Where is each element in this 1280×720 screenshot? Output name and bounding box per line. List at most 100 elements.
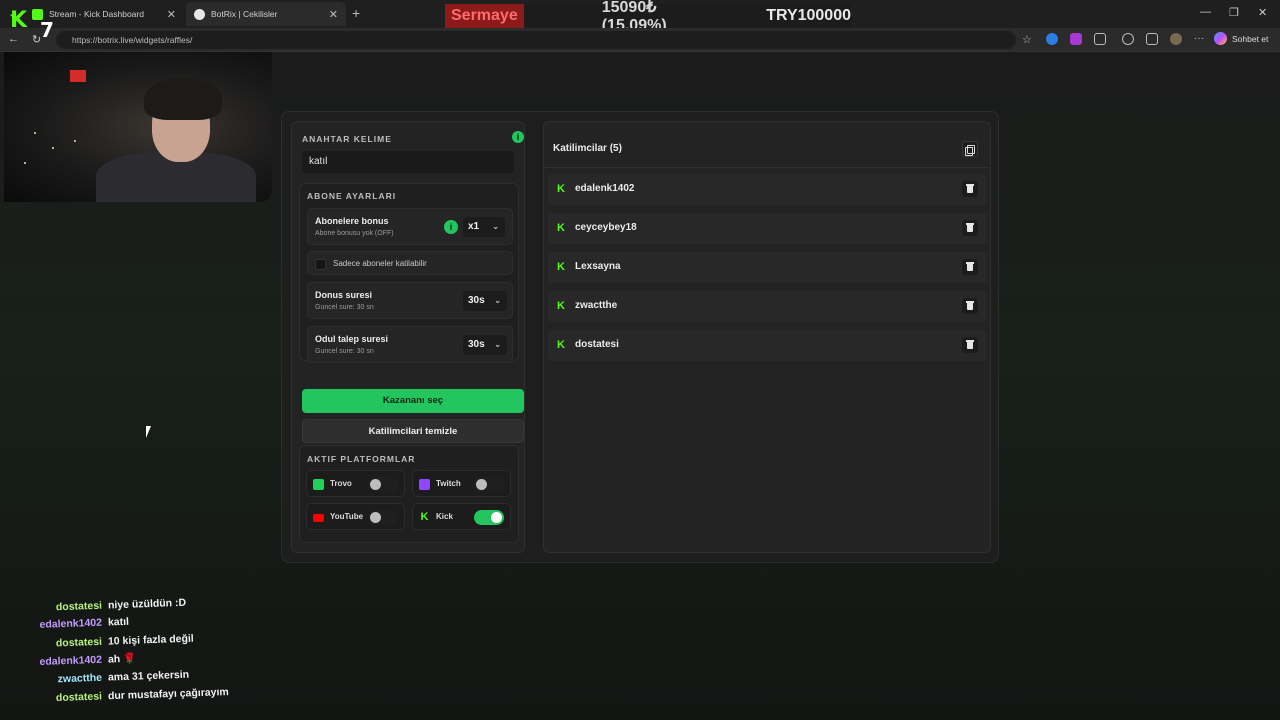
bonus-time-select[interactable]: 30s ⌄ xyxy=(463,291,507,311)
youtube-toggle[interactable] xyxy=(368,510,398,525)
youtube-icon xyxy=(313,514,324,522)
trash-icon[interactable] xyxy=(962,220,978,236)
toggle-knob xyxy=(370,479,381,490)
trash-icon[interactable] xyxy=(962,337,978,353)
bonus-time-value: 30s xyxy=(468,295,485,306)
close-tab-icon[interactable]: ✕ xyxy=(329,8,338,21)
close-window-icon[interactable]: ✕ xyxy=(1258,6,1267,19)
participants-panel: Katilimcilar (5) K edalenk1402 K ceyceyb… xyxy=(543,121,991,553)
copilot-chat-button[interactable]: Sohbet et xyxy=(1214,32,1268,45)
chat-username: edalenk1402 xyxy=(39,616,103,631)
participant-name: dostatesi xyxy=(575,339,619,350)
bonus-time-title: Donus suresi xyxy=(315,290,373,300)
kick-icon: K xyxy=(557,183,565,195)
tab-label: BotRix | Cekilisler xyxy=(211,9,278,19)
clear-participants-button[interactable]: Katilimcilari temizle xyxy=(302,419,524,443)
trash-icon[interactable] xyxy=(962,298,978,314)
pick-winner-button[interactable]: Kazananı seç xyxy=(302,389,524,413)
profile-avatar[interactable] xyxy=(1170,33,1182,45)
kick-overlay-logo: K xyxy=(10,8,28,33)
trash-icon[interactable] xyxy=(962,181,978,197)
claim-time-row: Odul talep suresi Guncel sure: 30 sn 30s… xyxy=(307,326,513,363)
participant-row: K edalenk1402 xyxy=(548,174,987,205)
toggle-knob xyxy=(370,512,381,523)
sub-bonus-subtitle: Abone bonusu yok (OFF) xyxy=(315,230,394,237)
chat-text: 10 kişi fazla değil xyxy=(107,632,194,648)
minimize-icon[interactable]: — xyxy=(1200,6,1211,18)
divider xyxy=(544,167,990,168)
extensions-puzzle-icon[interactable] xyxy=(1094,33,1106,45)
extension-icon[interactable] xyxy=(1046,33,1058,45)
platform-youtube: YouTube xyxy=(306,503,405,530)
sub-bonus-select[interactable]: x1 ⌄ xyxy=(463,217,505,237)
botrix-favicon-icon xyxy=(194,8,205,20)
twitch-toggle[interactable] xyxy=(474,477,504,492)
collections-icon[interactable] xyxy=(1146,33,1158,45)
chat-message: dostatesi niye üzüldün :D xyxy=(0,596,187,615)
more-menu-icon[interactable]: ··· xyxy=(1194,33,1206,45)
new-tab-plus-icon[interactable]: + xyxy=(352,5,360,21)
restore-icon[interactable]: ❐ xyxy=(1229,6,1239,19)
participant-name: Lexsayna xyxy=(575,261,621,272)
subscriber-settings: ABONE AYARLARI Abonelere bonus Abone bon… xyxy=(299,183,519,363)
claim-time-subtitle: Guncel sure: 30 sn xyxy=(315,348,374,355)
participant-name: edalenk1402 xyxy=(575,183,635,194)
info-icon[interactable]: i xyxy=(512,131,524,143)
toggle-knob xyxy=(476,479,487,490)
keyword-input[interactable]: katıl xyxy=(302,151,514,173)
back-arrow-icon[interactable]: ← xyxy=(8,33,19,45)
info-icon[interactable]: i xyxy=(444,220,458,234)
copy-icon[interactable] xyxy=(962,141,978,157)
kick-icon: K xyxy=(420,511,429,523)
address-toolbar: ← ↻ https://botrix.live/widgets/raffles/ xyxy=(0,28,1280,52)
kick-icon: K xyxy=(557,222,565,234)
chat-username: zwactthe xyxy=(57,671,103,686)
bonus-time-row: Donus suresi Guncel sure: 30 sn 30s ⌄ xyxy=(307,282,513,319)
favorite-star-icon[interactable]: ☆ xyxy=(1022,33,1034,46)
city-light xyxy=(24,162,26,164)
webcam-overlay xyxy=(4,52,272,202)
participant-row: K Lexsayna xyxy=(548,252,987,283)
tab-botrix[interactable]: BotRix | Cekilisler ✕ xyxy=(186,2,346,26)
chat-username: dostatesi xyxy=(55,690,103,705)
kick-toggle[interactable] xyxy=(474,510,504,525)
turkish-flag xyxy=(70,70,86,82)
chat-message: dostatesi 10 kişi fazla değil xyxy=(0,633,194,652)
url-field[interactable]: https://botrix.live/widgets/raffles/ xyxy=(56,31,1016,49)
claim-time-value: 30s xyxy=(468,339,485,350)
chat-message: edalenk1402 katıl xyxy=(0,616,129,632)
toggle-knob xyxy=(491,512,502,523)
chat-username: dostatesi xyxy=(55,599,103,614)
trovo-icon xyxy=(313,479,324,490)
platform-name: Kick xyxy=(436,512,453,521)
platform-name: Twitch xyxy=(436,479,461,488)
extension-icon[interactable] xyxy=(1070,33,1082,45)
raffle-settings-panel: ANAHTAR KELIME i katıl ABONE AYARLARI Ab… xyxy=(291,121,525,553)
platform-trovo: Trovo xyxy=(306,470,405,497)
subs-only-checkbox[interactable] xyxy=(315,259,326,270)
streamer-hair xyxy=(144,78,222,120)
chat-text: dur mustafayı çağırayım xyxy=(107,686,229,703)
sub-bonus-row: Abonelere bonus Abone bonusu yok (OFF) i… xyxy=(307,208,513,245)
split-screen-icon[interactable] xyxy=(1122,33,1134,45)
trovo-toggle[interactable] xyxy=(368,477,398,492)
claim-time-select[interactable]: 30s ⌄ xyxy=(463,335,507,355)
chevron-down-icon: ⌄ xyxy=(494,296,501,305)
capital-ticker: Sermaye 15090₺ (15.09%) TRY100000 xyxy=(445,0,851,34)
claim-time-title: Odul talep suresi xyxy=(315,334,389,344)
trash-icon[interactable] xyxy=(962,259,978,275)
participant-name: ceyceybey18 xyxy=(575,222,637,233)
bonus-time-subtitle: Guncel sure: 30 sn xyxy=(315,304,374,311)
city-light xyxy=(52,147,54,149)
platform-twitch: Twitch xyxy=(412,470,511,497)
subs-only-row[interactable]: Sadece aboneler katilabilir xyxy=(307,251,513,275)
kick-icon: K xyxy=(557,261,565,273)
copilot-label: Sohbet et xyxy=(1232,33,1269,44)
chat-text: niye üzüldün :D xyxy=(107,596,187,612)
chat-message: dostatesi dur mustafayı çağırayım xyxy=(0,686,229,706)
chat-text: ama 31 çekersin xyxy=(107,668,190,684)
overlay-number: 7 xyxy=(40,18,54,42)
chat-username: dostatesi xyxy=(55,635,103,650)
chevron-down-icon: ⌄ xyxy=(492,222,499,231)
close-tab-icon[interactable]: ✕ xyxy=(167,8,176,21)
